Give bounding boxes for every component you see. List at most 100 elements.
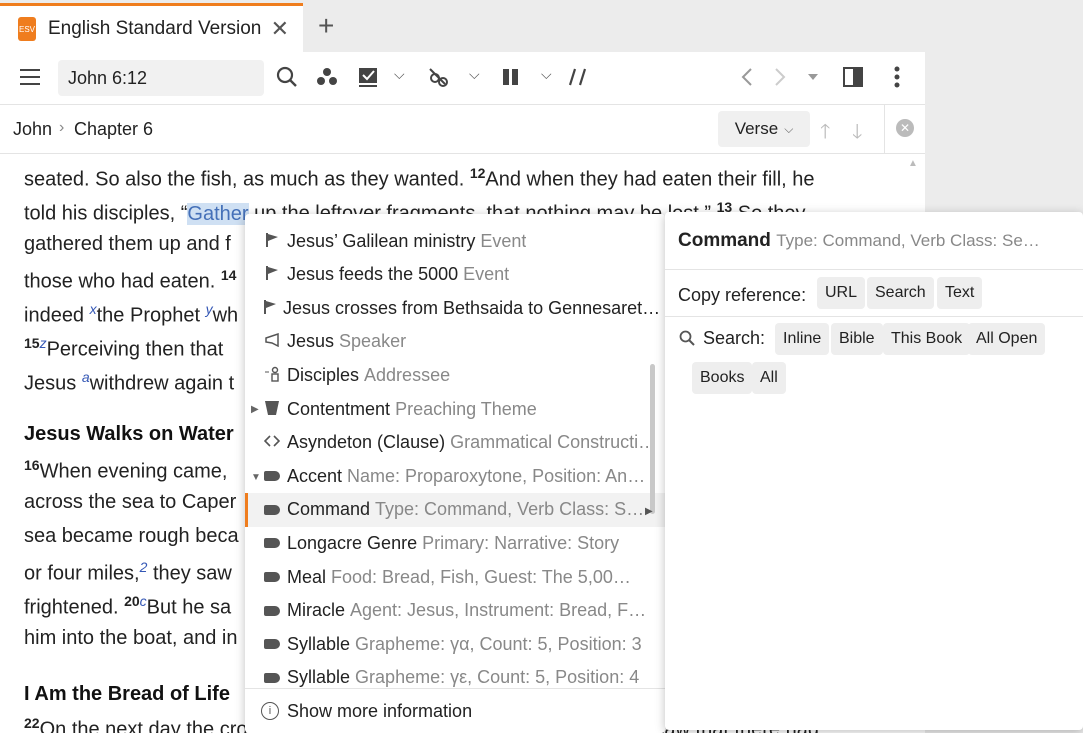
cross-reference-marker[interactable]: x (90, 301, 97, 317)
breadcrumb: John › Chapter 6 Verse ⌵ 🡑 🡓 ✕ (0, 104, 925, 154)
tag-icon (263, 636, 281, 652)
panel-layout-icon[interactable] (840, 64, 866, 90)
menu-item[interactable]: Jesus crosses from Bethsaida to Gennesar… (245, 291, 665, 325)
menu-item[interactable]: Asyndeton (Clause) Grammatical Constructi… (245, 426, 665, 460)
menu-item-detail: Grapheme: γα, Count: 5, Position: 3 (355, 633, 642, 654)
menu-scrollbar[interactable] (650, 364, 655, 514)
text-line: or four miles,2 they saw (24, 559, 232, 585)
addressee-icon (263, 366, 281, 385)
menu-item-label: Disciples (287, 364, 360, 385)
chevron-down-icon: ⌵ (784, 121, 794, 136)
reference-input[interactable] (58, 60, 264, 96)
menu-item-label: Meal (287, 566, 327, 587)
verse-number[interactable]: 16 (24, 457, 40, 473)
back-icon[interactable] (735, 64, 761, 90)
flag-icon (263, 232, 281, 251)
menu-item-detail: Addressee (364, 364, 451, 385)
visual-filters-icon[interactable] (314, 64, 340, 90)
menu-item[interactable]: Command Type: Command, Verb Class: S… (245, 492, 665, 527)
popout-subtitle: Type: Command, Verb Class: Se… (776, 231, 1040, 250)
menu-item-label: Syllable (287, 633, 351, 654)
cross-reference-marker[interactable]: c (140, 593, 147, 609)
show-more-information-button[interactable]: i Show more information (245, 688, 665, 733)
search-icon[interactable] (274, 64, 300, 90)
search-all-button[interactable]: All (752, 362, 786, 394)
collapse-icon[interactable]: ▼ (251, 472, 261, 483)
parallel-icon[interactable] (498, 64, 524, 90)
breadcrumb-book[interactable]: John (13, 119, 52, 140)
clear-icon[interactable]: ✕ (896, 119, 914, 137)
text-line: him into the boat, and in (24, 627, 238, 649)
copy-text-button[interactable]: Text (937, 277, 983, 309)
text-line: across the sea to Caper (24, 491, 237, 513)
verse-number[interactable]: 20 (124, 593, 140, 609)
cross-reference-marker[interactable]: a (82, 369, 90, 385)
menu-item-detail: Grammatical Constructi… (450, 432, 657, 453)
tag-icon (263, 670, 281, 686)
selected-word[interactable]: Gather (187, 202, 249, 225)
menu-item[interactable]: Miracle Agent: Jesus, Instrument: Bread, … (245, 594, 665, 628)
menu-item-label: Accent (287, 465, 343, 486)
tag-icon (263, 569, 281, 585)
menu-item[interactable]: Longacre Genre Primary: Narrative: Story (245, 526, 665, 560)
new-tab-button[interactable]: + (318, 12, 334, 40)
cross-reference-marker[interactable]: z (40, 335, 47, 351)
menu-item[interactable]: Jesus feeds the 5000 Event (245, 258, 665, 292)
menu-item[interactable]: Syllable Grapheme: γα, Count: 5, Position… (245, 627, 665, 661)
search-all-open-button[interactable]: All Open (968, 323, 1046, 355)
menu-item[interactable]: Disciples Addressee (245, 358, 665, 392)
cross-reference-marker[interactable]: y (206, 301, 213, 317)
breadcrumb-chapter[interactable]: Chapter 6 (74, 119, 153, 140)
menu-item-detail: Speaker (339, 331, 407, 352)
menu-item[interactable]: Contentment Preaching Theme (245, 392, 665, 426)
interlinear-icon[interactable] (426, 64, 452, 90)
chevron-down-icon[interactable]: ⌵ (541, 66, 552, 83)
verse-number[interactable]: 15 (24, 335, 40, 351)
menu-item-detail: Agent: Jesus, Instrument: Bread, Fis… (350, 600, 651, 621)
chevron-down-icon[interactable]: ⌵ (469, 66, 480, 83)
arrow-down-icon[interactable]: 🡓 (852, 117, 862, 151)
menu-item-detail: Primary: Narrative: Story (422, 532, 620, 553)
copy-url-button[interactable]: URL (817, 277, 866, 309)
verse-number[interactable]: 12 (470, 165, 486, 181)
history-icon[interactable] (800, 64, 826, 90)
menu-item[interactable]: Accent Name: Proparoxytone, Position: Ant… (245, 459, 665, 493)
checklist-icon[interactable] (355, 64, 381, 90)
info-icon: i (261, 702, 279, 720)
search-label: Search: (703, 328, 766, 348)
search-this-book-button[interactable]: This Book (883, 323, 971, 355)
podium-icon (263, 400, 281, 419)
chevron-down-icon[interactable]: ⌵ (394, 66, 405, 83)
submenu-arrow-icon[interactable]: ▶ (645, 506, 653, 517)
tag-icon (263, 468, 281, 484)
more-icon[interactable] (884, 64, 910, 90)
verse-number[interactable]: 14 (221, 267, 237, 283)
menu-item[interactable]: Meal Food: Bread, Fish, Guest: The 5,000,… (245, 560, 665, 594)
tab-strip: ESV English Standard Version ✕ + (0, 0, 1083, 52)
close-icon[interactable]: ✕ (271, 18, 289, 40)
context-menu: Jesus’ Galilean ministry Event Jesus feeds… (245, 214, 665, 733)
text-line: Jesus awithdrew again t (24, 369, 235, 395)
flag-icon (263, 265, 281, 284)
verse-mode-dropdown[interactable]: Verse ⌵ (718, 111, 810, 147)
copy-search-button[interactable]: Search (867, 277, 934, 309)
search-inline-button[interactable]: Inline (775, 323, 830, 355)
arrow-up-icon[interactable]: 🡑 (820, 117, 830, 151)
search-bible-button[interactable]: Bible (831, 323, 883, 355)
copy-reference-label: Copy reference: (678, 285, 807, 305)
text-comparison-icon[interactable] (565, 64, 591, 90)
search-books-button[interactable]: Books (692, 362, 753, 394)
menu-item[interactable]: Jesus’ Galilean ministry Event (245, 224, 665, 258)
menu-item[interactable]: Jesus Speaker (245, 325, 665, 359)
verse-number[interactable]: 22 (24, 715, 40, 731)
text-line: indeed xthe Prophet ywh (24, 301, 239, 327)
menu-item-label: Longacre Genre (287, 532, 418, 553)
forward-icon[interactable] (766, 64, 792, 90)
expand-icon[interactable]: ▶ (251, 404, 259, 415)
tab-esv[interactable]: ESV English Standard Version ✕ (0, 3, 303, 52)
text-line: 15zPerceiving then that (24, 335, 224, 361)
text-line: seated. So also the fish, as much as the… (24, 165, 815, 191)
menu-icon[interactable] (20, 69, 40, 85)
text-line: gathered them up and f (24, 233, 231, 255)
scroll-up-icon[interactable]: ▲ (908, 158, 918, 169)
